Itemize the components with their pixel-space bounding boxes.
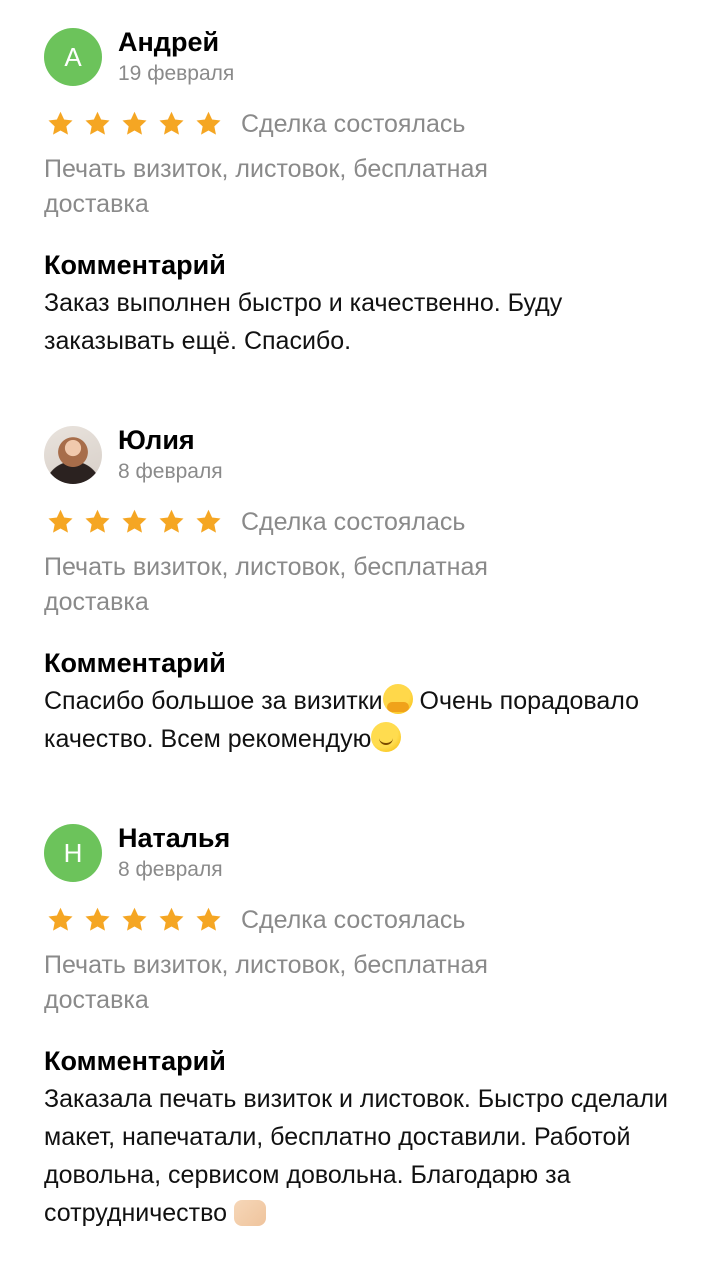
hugging-face-emoji-icon	[382, 684, 413, 714]
review-header: Юлия 8 февраля	[44, 424, 684, 488]
star-icon	[122, 509, 147, 533]
reviewer-name: Наталья	[118, 823, 231, 853]
comment-text-part: Заказала печать визиток и листовок. Быст…	[44, 1085, 669, 1227]
review-date: 19 февраля	[118, 62, 235, 85]
star-icon	[159, 509, 184, 533]
star-icon	[48, 111, 73, 135]
smiling-face-emoji-icon	[371, 722, 402, 752]
star-icon	[48, 907, 73, 931]
star-icon	[85, 907, 110, 931]
comment-text: Спасибо большое за визитки Очень порадов…	[44, 682, 684, 758]
comment-heading: Комментарий	[44, 250, 226, 280]
deal-status: Сделка состоялась	[241, 109, 466, 138]
service-description: Печать визиток, листовок, бесплатная дос…	[44, 155, 488, 218]
reviewer-info: Андрей 19 февраля	[118, 26, 234, 88]
review-card: Юлия 8 февраля Сделка состоялась Печать …	[44, 424, 684, 758]
star-icon	[196, 111, 221, 135]
deal-status: Сделка состоялась	[241, 507, 466, 536]
service-description: Печать визиток, листовок, бесплатная дос…	[44, 553, 488, 616]
service-description: Печать визиток, листовок, бесплатная дос…	[44, 951, 488, 1014]
handshake-emoji-icon	[233, 1200, 266, 1226]
avatar: А	[44, 28, 102, 86]
review-card: Н Наталья 8 февраля Сделка состоялась Пе…	[44, 822, 684, 1232]
star-icon	[159, 111, 184, 135]
star-rating	[46, 110, 231, 138]
star-icon	[48, 509, 73, 533]
reviewer-name: Юлия	[118, 425, 195, 455]
reviewer-info: Наталья 8 февраля	[118, 822, 230, 884]
star-icon	[122, 111, 147, 135]
star-icon	[196, 907, 221, 931]
star-icon	[196, 509, 221, 533]
review-card: А Андрей 19 февраля Сделка состоялась Пе…	[44, 26, 684, 360]
review-date: 8 февраля	[118, 460, 223, 483]
reviewer-info: Юлия 8 февраля	[118, 424, 223, 486]
star-rating	[46, 508, 231, 536]
star-icon	[122, 907, 147, 931]
avatar-photo	[44, 426, 102, 484]
comment-text: Заказала печать визиток и листовок. Быст…	[44, 1080, 684, 1232]
rating-row: Сделка состоялась	[44, 502, 684, 542]
star-icon	[85, 509, 110, 533]
avatar: Н	[44, 824, 102, 882]
star-rating	[46, 906, 231, 934]
rating-row: Сделка состоялась	[44, 900, 684, 940]
rating-row: Сделка состоялась	[44, 104, 684, 144]
comment-heading: Комментарий	[44, 648, 226, 678]
reviewer-name: Андрей	[118, 27, 220, 57]
review-header: Н Наталья 8 февраля	[44, 822, 684, 886]
star-icon	[159, 907, 184, 931]
star-icon	[85, 111, 110, 135]
deal-status: Сделка состоялась	[241, 905, 466, 934]
comment-heading: Комментарий	[44, 1046, 226, 1076]
comment-text-part: Спасибо большое за визитки	[44, 687, 383, 715]
comment-text: Заказ выполнен быстро и качественно. Буд…	[44, 289, 563, 355]
review-header: А Андрей 19 февраля	[44, 26, 684, 90]
review-date: 8 февраля	[118, 858, 223, 881]
